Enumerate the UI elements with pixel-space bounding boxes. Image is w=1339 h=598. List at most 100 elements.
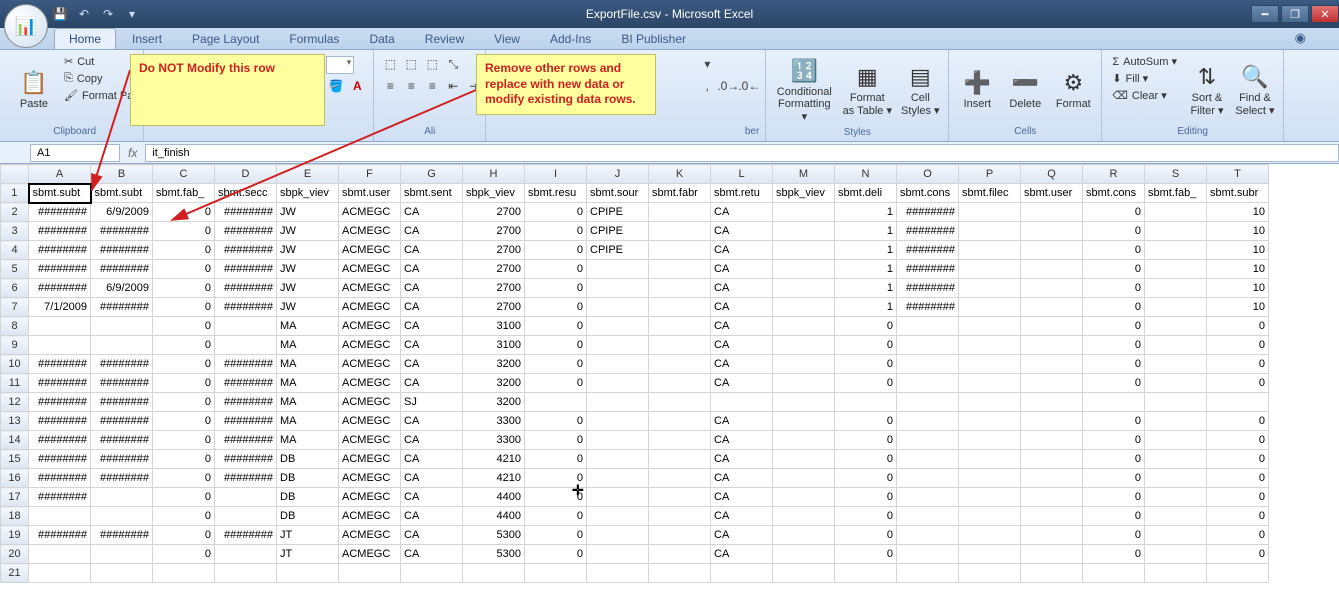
cell[interactable]: CA — [711, 317, 773, 336]
cell[interactable]: CA — [711, 412, 773, 431]
cell[interactable] — [587, 355, 649, 374]
cell[interactable]: 0 — [835, 545, 897, 564]
cell[interactable] — [897, 412, 959, 431]
cell[interactable]: ######## — [897, 241, 959, 260]
cell[interactable] — [153, 564, 215, 583]
align-bottom-button[interactable]: ⬚ — [422, 54, 442, 74]
cell[interactable]: ACMEGC — [339, 469, 401, 488]
indent-decrease-button[interactable]: ⇤ — [443, 76, 463, 96]
cell[interactable]: 0 — [1207, 431, 1269, 450]
cell[interactable]: CPIPE — [587, 222, 649, 241]
cell[interactable]: 0 — [153, 412, 215, 431]
cell[interactable]: 2700 — [463, 279, 525, 298]
clear-button[interactable]: ⌫Clear ▾ — [1108, 88, 1181, 103]
cell[interactable]: MA — [277, 412, 339, 431]
tab-review[interactable]: Review — [411, 29, 478, 49]
cell[interactable]: CA — [401, 279, 463, 298]
cell[interactable] — [1021, 374, 1083, 393]
cell[interactable] — [587, 526, 649, 545]
cell[interactable]: sbmt.secc — [215, 184, 277, 203]
cell[interactable]: JW — [277, 222, 339, 241]
cell[interactable]: 0 — [1083, 526, 1145, 545]
cell[interactable] — [525, 393, 587, 412]
cell-styles-button[interactable]: ▤Cell Styles ▾ — [898, 54, 942, 127]
cell[interactable]: 0 — [1083, 279, 1145, 298]
office-button[interactable]: 📊 — [4, 4, 48, 48]
cell[interactable]: 0 — [835, 469, 897, 488]
cell[interactable]: 10 — [1207, 203, 1269, 222]
align-center-button[interactable]: ≡ — [401, 76, 421, 96]
column-header[interactable]: G — [401, 165, 463, 184]
cell[interactable]: ######## — [215, 298, 277, 317]
cell[interactable] — [959, 526, 1021, 545]
cell[interactable]: ACMEGC — [339, 507, 401, 526]
cell[interactable]: 0 — [153, 488, 215, 507]
cell[interactable] — [587, 260, 649, 279]
cell[interactable] — [773, 450, 835, 469]
cell[interactable]: ######## — [29, 355, 91, 374]
cell[interactable]: 0 — [525, 545, 587, 564]
cell[interactable] — [1021, 203, 1083, 222]
spreadsheet-grid[interactable]: ✛ ABCDEFGHIJKLMNOPQRST1sbmt.subtsbmt.sub… — [0, 164, 1339, 598]
column-header[interactable]: T — [1207, 165, 1269, 184]
cell[interactable]: 3300 — [463, 412, 525, 431]
cell[interactable]: ######## — [91, 450, 153, 469]
cell[interactable]: 0 — [1207, 488, 1269, 507]
cell[interactable] — [773, 241, 835, 260]
cell[interactable]: ######## — [215, 203, 277, 222]
cell[interactable]: CA — [401, 355, 463, 374]
cell[interactable]: ######## — [897, 222, 959, 241]
cell[interactable] — [215, 507, 277, 526]
copy-button[interactable]: ⎘Copy — [60, 71, 137, 86]
cell[interactable] — [649, 393, 711, 412]
delete-cells-button[interactable]: ➖Delete — [1003, 54, 1047, 126]
row-header[interactable]: 3 — [1, 222, 29, 241]
cell[interactable] — [1021, 450, 1083, 469]
cell[interactable]: CA — [401, 317, 463, 336]
row-header[interactable]: 5 — [1, 260, 29, 279]
cell[interactable]: ######## — [897, 298, 959, 317]
cell[interactable]: 1 — [835, 279, 897, 298]
cell[interactable]: 0 — [835, 336, 897, 355]
cell[interactable]: 0 — [1207, 450, 1269, 469]
tab-bi-publisher[interactable]: BI Publisher — [607, 29, 700, 49]
cell[interactable]: 0 — [525, 203, 587, 222]
cell[interactable] — [773, 374, 835, 393]
row-header[interactable]: 19 — [1, 526, 29, 545]
cell[interactable]: sbmt.user — [339, 184, 401, 203]
cell[interactable]: 10 — [1207, 279, 1269, 298]
cell[interactable] — [1021, 279, 1083, 298]
cell[interactable] — [897, 317, 959, 336]
cell[interactable]: 0 — [835, 355, 897, 374]
cell[interactable] — [897, 545, 959, 564]
cell[interactable] — [1145, 393, 1207, 412]
cell[interactable]: MA — [277, 393, 339, 412]
cell[interactable]: DB — [277, 488, 339, 507]
cell[interactable] — [649, 317, 711, 336]
cell[interactable]: JW — [277, 241, 339, 260]
cell[interactable]: 0 — [153, 260, 215, 279]
cell[interactable]: CA — [711, 431, 773, 450]
cell[interactable] — [1021, 241, 1083, 260]
cell[interactable] — [649, 241, 711, 260]
cell[interactable]: 0 — [1207, 507, 1269, 526]
cell[interactable] — [1145, 260, 1207, 279]
cell[interactable]: CA — [711, 355, 773, 374]
cell[interactable]: 0 — [835, 412, 897, 431]
cell[interactable]: 0 — [1083, 203, 1145, 222]
cell[interactable]: CA — [711, 260, 773, 279]
cell[interactable] — [91, 564, 153, 583]
cell[interactable]: 4400 — [463, 507, 525, 526]
cell[interactable] — [1083, 564, 1145, 583]
cell[interactable]: 0 — [1207, 317, 1269, 336]
cell[interactable]: DB — [277, 507, 339, 526]
cell[interactable]: 10 — [1207, 222, 1269, 241]
cell[interactable]: 0 — [835, 450, 897, 469]
cell[interactable]: sbmt.sent — [401, 184, 463, 203]
cell[interactable]: ######## — [91, 298, 153, 317]
cell[interactable]: sbmt.cons — [1083, 184, 1145, 203]
cell[interactable]: DB — [277, 469, 339, 488]
cell[interactable] — [29, 564, 91, 583]
cell[interactable] — [1145, 431, 1207, 450]
cell[interactable]: CA — [711, 241, 773, 260]
